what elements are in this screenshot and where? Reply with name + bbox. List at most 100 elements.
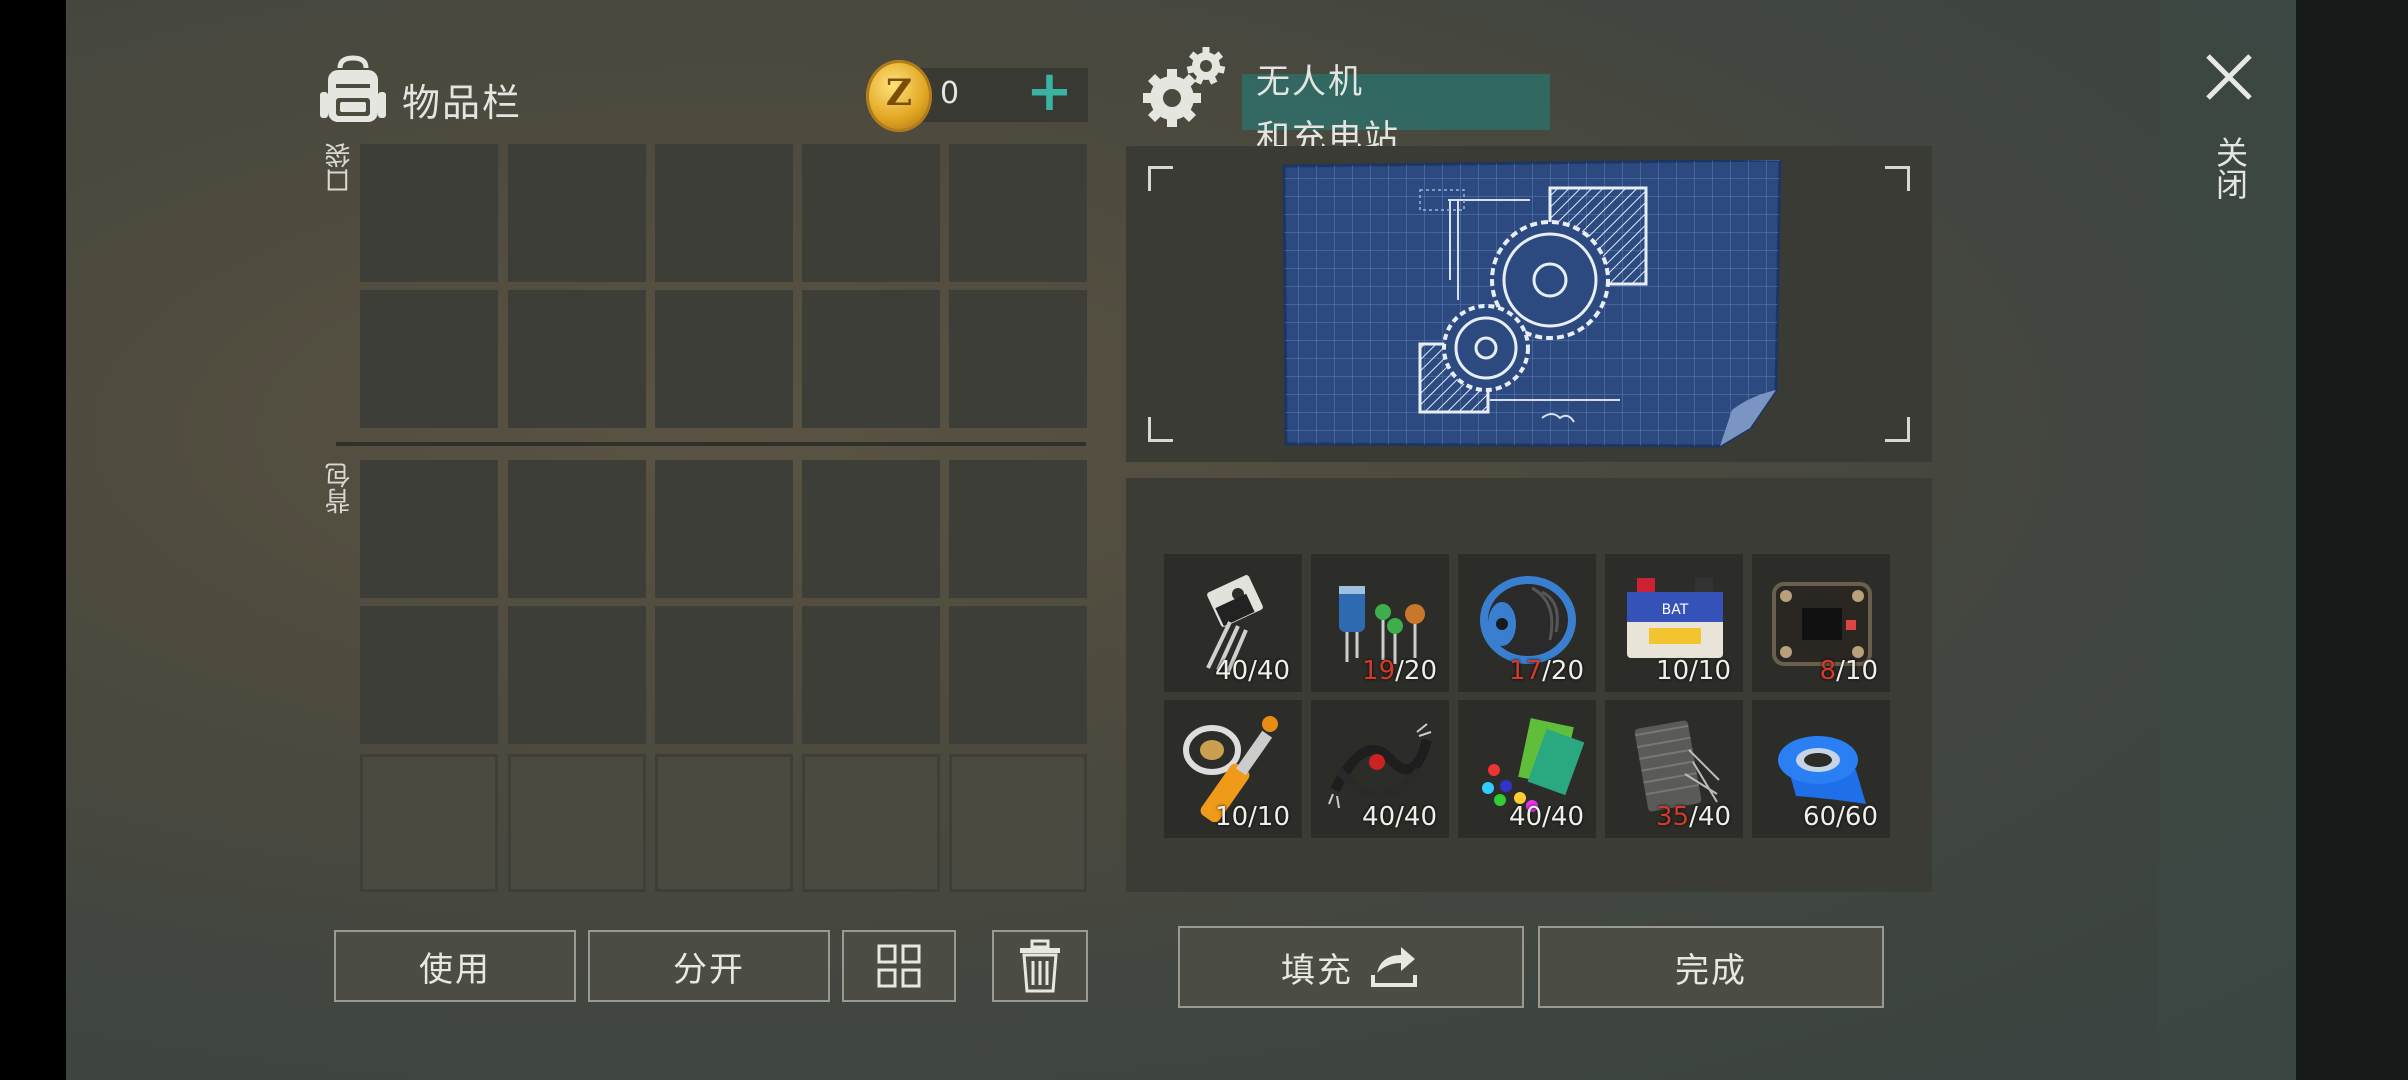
material-need: 40 xyxy=(1256,656,1290,686)
count-separator: / xyxy=(1542,802,1551,832)
pocket-label: 口袋 xyxy=(325,142,356,194)
coin-count: 0 xyxy=(940,76,960,111)
fiber-mesh-slot[interactable]: 35/40 xyxy=(1605,700,1743,838)
material-count: 40/40 xyxy=(1215,656,1290,686)
material-count: 10/10 xyxy=(1215,802,1290,832)
backpack-slot[interactable] xyxy=(655,460,793,598)
material-have: 10 xyxy=(1215,802,1249,832)
locked-slot[interactable] xyxy=(949,754,1087,892)
backpack-slot[interactable] xyxy=(655,606,793,744)
pocket-slot[interactable] xyxy=(949,290,1087,428)
backpack-slot[interactable] xyxy=(949,460,1087,598)
sort-button[interactable] xyxy=(842,930,956,1002)
material-have: 17 xyxy=(1509,656,1543,686)
svg-text:BAT: BAT xyxy=(1662,602,1689,618)
trash-icon xyxy=(1020,939,1060,993)
pocket-slot[interactable] xyxy=(508,144,646,282)
frame-corner-br xyxy=(1885,417,1910,442)
locked-slot[interactable] xyxy=(360,754,498,892)
material-have: 8 xyxy=(1819,656,1837,686)
pocket-slot[interactable] xyxy=(802,290,940,428)
coin-symbol: Z xyxy=(885,72,913,114)
material-count: 10/10 xyxy=(1656,656,1731,686)
material-have: 40 xyxy=(1362,802,1396,832)
gear-blueprint xyxy=(1282,160,1782,448)
count-separator: / xyxy=(1542,656,1551,686)
material-have: 10 xyxy=(1656,656,1690,686)
material-count: 19/20 xyxy=(1362,656,1437,686)
pocket-slot[interactable] xyxy=(949,144,1087,282)
trash-button[interactable] xyxy=(992,930,1088,1002)
count-separator: / xyxy=(1689,802,1698,832)
circuit-board-slot[interactable]: 8/10 xyxy=(1752,554,1890,692)
capacitors-slot[interactable]: 19/20 xyxy=(1311,554,1449,692)
backpack-slot[interactable] xyxy=(802,460,940,598)
backpack-slot[interactable] xyxy=(508,460,646,598)
material-need: 40 xyxy=(1697,802,1731,832)
close-label[interactable]: 关闭 xyxy=(2210,136,2250,200)
close-label-text: 关闭 xyxy=(2211,136,2249,200)
count-separator: / xyxy=(1248,802,1257,832)
count-separator: / xyxy=(1836,802,1845,832)
add-coins-button[interactable]: + xyxy=(1026,62,1073,122)
wire-spool-slot[interactable]: 17/20 xyxy=(1458,554,1596,692)
frame-corner-bl xyxy=(1148,417,1173,442)
material-need: 10 xyxy=(1844,656,1878,686)
locked-slot[interactable] xyxy=(508,754,646,892)
backpack-slot[interactable] xyxy=(508,606,646,744)
pocket-slot[interactable] xyxy=(655,290,793,428)
backpack-label: 背包 xyxy=(325,462,356,514)
material-need: 20 xyxy=(1403,656,1437,686)
material-have: 19 xyxy=(1362,656,1396,686)
backpack-slot[interactable] xyxy=(949,606,1087,744)
pocket-slot[interactable] xyxy=(360,290,498,428)
material-count: 17/20 xyxy=(1509,656,1584,686)
game-screen: 物品栏 Z 0 + 口袋 背包 使用 分开 无人机 和充电站 填充 完成 关闭 … xyxy=(0,0,2408,1080)
close-icon[interactable] xyxy=(2204,52,2254,102)
material-need: 40 xyxy=(1403,802,1437,832)
count-separator: / xyxy=(1395,802,1404,832)
backpack-slot[interactable] xyxy=(360,460,498,598)
transistor-slot[interactable]: 40/40 xyxy=(1164,554,1302,692)
material-count: 8/10 xyxy=(1820,656,1878,686)
backpack-label-text: 背包 xyxy=(325,462,355,514)
left-letterbox xyxy=(0,0,66,1080)
pocket-slot[interactable] xyxy=(508,290,646,428)
locked-slot[interactable] xyxy=(802,754,940,892)
section-divider xyxy=(336,442,1086,446)
count-separator: / xyxy=(1689,656,1698,686)
split-button[interactable]: 分开 xyxy=(588,930,830,1002)
pocket-slot[interactable] xyxy=(802,144,940,282)
material-have: 60 xyxy=(1803,802,1837,832)
fill-button[interactable]: 填充 xyxy=(1178,926,1524,1008)
count-separator: / xyxy=(1395,656,1404,686)
backpack-slot[interactable] xyxy=(802,606,940,744)
battery-slot[interactable]: BAT 10/10 xyxy=(1605,554,1743,692)
pocket-slot[interactable] xyxy=(360,144,498,282)
material-need: 60 xyxy=(1844,802,1878,832)
coin-icon: Z xyxy=(866,60,932,132)
frame-corner-tl xyxy=(1148,166,1173,191)
material-count: 60/60 xyxy=(1803,802,1878,832)
material-have: 40 xyxy=(1215,656,1249,686)
recipe-title: 无人机 xyxy=(1256,62,1364,102)
use-button[interactable]: 使用 xyxy=(334,930,576,1002)
gears-icon xyxy=(1143,47,1226,127)
material-have: 35 xyxy=(1656,802,1690,832)
material-need: 10 xyxy=(1697,656,1731,686)
count-separator: / xyxy=(1248,656,1257,686)
cable-slot[interactable]: 40/40 xyxy=(1311,700,1449,838)
duct-tape-slot[interactable]: 60/60 xyxy=(1752,700,1890,838)
hydraulic-cylinder-slot[interactable]: 10/10 xyxy=(1164,700,1302,838)
material-count: 40/40 xyxy=(1509,802,1584,832)
material-count: 35/40 xyxy=(1656,802,1731,832)
count-separator: / xyxy=(1836,656,1845,686)
backpack-slot[interactable] xyxy=(360,606,498,744)
done-button[interactable]: 完成 xyxy=(1538,926,1884,1008)
plastic-slot[interactable]: 40/40 xyxy=(1458,700,1596,838)
backpack-icon xyxy=(320,55,386,122)
locked-slot[interactable] xyxy=(655,754,793,892)
inventory-title: 物品栏 xyxy=(402,81,523,125)
fill-label: 填充 xyxy=(1281,950,1353,991)
pocket-slot[interactable] xyxy=(655,144,793,282)
